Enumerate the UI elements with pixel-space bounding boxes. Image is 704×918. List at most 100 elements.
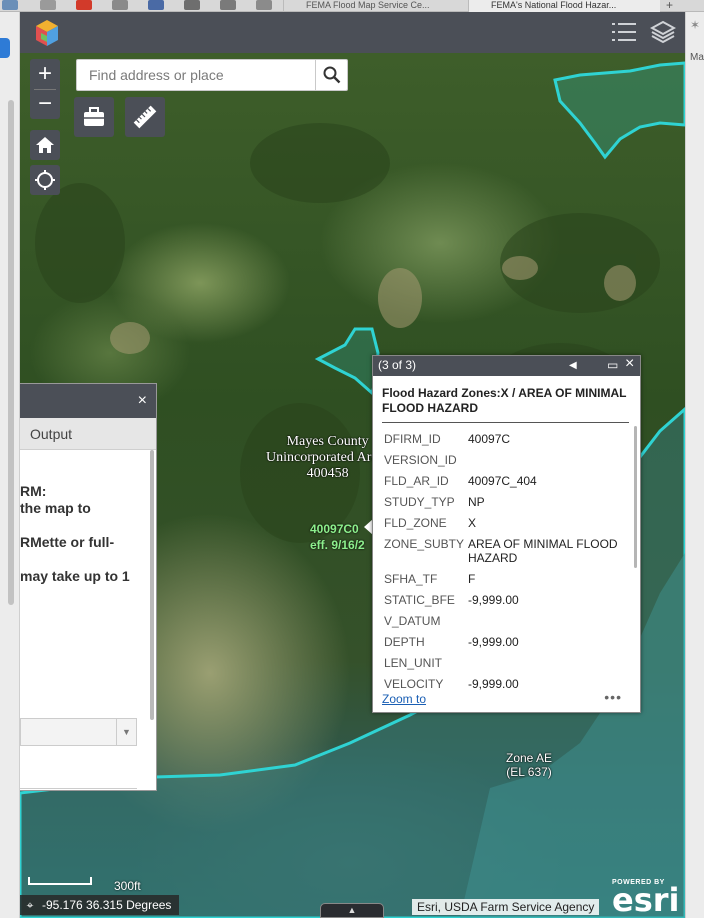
layers-icon [650, 20, 676, 44]
attribute-value: 40097C [468, 432, 511, 446]
browser-tab-strip: FEMA Flood Map Service Ce... FEMA's Nati… [0, 0, 704, 12]
firm-panel-number: 40097C0 [310, 522, 359, 536]
browser-left-gutter [0, 12, 20, 918]
attribute-list: DFIRM_ID 40097C VERSION_ID FLD_AR_ID 40097… [384, 432, 634, 698]
browser-right-sidebar: ✶ Ma [685, 12, 704, 918]
attribute-value: NP [468, 495, 485, 509]
attribute-key: FLD_AR_ID [384, 474, 449, 488]
browser-window: FEMA Flood Map Service Ce... FEMA's Nati… [0, 0, 704, 918]
panel-header: × [20, 384, 156, 418]
attribute-value: F [468, 572, 476, 586]
print-button[interactable] [74, 97, 114, 137]
attribute-value: AREA OF MINIMAL FLOOD HAZARD [468, 537, 618, 565]
bookmark-icon[interactable] [220, 0, 236, 10]
attribute-row: STUDY_TYP NP [384, 495, 634, 516]
popup-title-rule [382, 422, 629, 423]
zone-ae-label: Zone AE (EL 637) [506, 751, 552, 779]
attribute-row: ZONE_SUBTY AREA OF MINIMAL FLOOD HAZARD [384, 537, 634, 572]
zoom-out-button[interactable]: − [30, 89, 60, 119]
chevron-down-icon: ▼ [116, 719, 136, 745]
panel-tabs: Output [20, 418, 156, 450]
search-input[interactable] [77, 60, 317, 90]
zoom-in-button[interactable]: + [30, 59, 60, 89]
panel-scrollbar[interactable] [150, 450, 154, 720]
more-actions-icon[interactable]: ••• [604, 689, 622, 705]
refresh-icon[interactable] [184, 0, 200, 10]
scale-bar [28, 877, 92, 885]
app-logo-icon [36, 20, 58, 46]
map-view[interactable]: + − Find address or place Mayes County U… [20, 53, 685, 918]
attribute-key: VERSION_ID [384, 453, 457, 467]
page-scrollbar[interactable] [8, 100, 14, 605]
attribute-row: FLD_AR_ID 40097C_404 [384, 474, 634, 495]
panel-text-line: may take up to 1 [20, 568, 130, 584]
county-id: 400458 [306, 466, 349, 481]
county-area: Unincorporated Areas [266, 450, 390, 465]
close-popup-icon[interactable]: × [625, 356, 634, 372]
popup-scrollbar[interactable] [634, 426, 637, 568]
legend-list-button[interactable] [610, 18, 638, 46]
zoom-control: + − [30, 59, 60, 119]
attribute-key: FLD_ZONE [384, 516, 447, 530]
attribute-key: VELOCITY [384, 677, 444, 691]
search-button[interactable] [315, 60, 347, 90]
firm-panel-label: 40097C0 eff. 9/16/2 [310, 521, 365, 553]
attribute-row: VERSION_ID [384, 453, 634, 474]
county-name: Mayes County [286, 434, 369, 449]
previous-feature-icon[interactable]: ◀ [569, 358, 577, 373]
bookmark-icon[interactable] [2, 0, 18, 10]
coordinate-text: -95.176 36.315 Degrees [42, 898, 172, 912]
bookmark-icon[interactable] [112, 0, 128, 10]
gmail-icon[interactable] [40, 0, 56, 10]
home-icon [36, 137, 54, 153]
attribute-row: DFIRM_ID 40097C [384, 432, 634, 453]
maximize-icon[interactable]: ▭ [607, 358, 618, 373]
briefcase-icon [84, 107, 104, 126]
attribute-value: 40097C_404 [468, 474, 537, 488]
attribute-value: -9,999.00 [468, 593, 519, 607]
popup-title: Flood Hazard Zones:X / AREA OF MINIMAL F… [382, 386, 627, 415]
panel-divider [20, 788, 137, 789]
app-header [20, 12, 685, 53]
panel-text-line: RM: [20, 483, 47, 499]
attribute-value: X [468, 516, 477, 530]
layers-button[interactable] [649, 18, 677, 46]
attribute-key: STATIC_BFE [384, 593, 455, 607]
locate-button[interactable] [30, 165, 60, 195]
search-icon [323, 66, 340, 84]
browser-tab[interactable]: FEMA Flood Map Service Ce... [283, 0, 467, 12]
measure-button[interactable] [125, 97, 165, 137]
new-tab-button[interactable]: + [666, 0, 673, 12]
attribute-row: LEN_UNIT [384, 656, 634, 677]
search-box [76, 59, 348, 91]
attribute-key: ZONE_SUBTY [384, 537, 465, 551]
coordinate-readout[interactable]: ⌖ -95.176 36.315 Degrees [20, 895, 180, 915]
esri-logo[interactable]: POWERED BY esri [612, 879, 680, 916]
scale-label: 300ft [114, 879, 141, 893]
format-select[interactable]: ▼ [20, 718, 137, 746]
crosshair-icon: ⌖ [26, 898, 34, 912]
panel-text-line: RMette or full- [20, 534, 115, 550]
zoom-to-link[interactable]: Zoom to [382, 692, 426, 706]
browser-tab-active[interactable]: FEMA's National Flood Hazar... [468, 0, 660, 12]
feature-popup: (3 of 3) ◀ ▭ × Flood Hazard Zones:X / AR… [372, 355, 641, 713]
home-button[interactable] [30, 130, 60, 160]
youtube-icon[interactable] [76, 0, 92, 10]
panel-text-line: the map to [20, 500, 91, 516]
popup-header: (3 of 3) ◀ ▭ × [373, 356, 640, 376]
attribution-toggle[interactable]: ▲ [320, 903, 384, 918]
close-panel-icon[interactable]: × [138, 392, 147, 410]
list-icon [612, 23, 636, 41]
bookmark-icon[interactable] [148, 0, 164, 10]
attribute-key: SFHA_TF [384, 572, 438, 586]
document-icon[interactable] [256, 0, 272, 10]
tab-output[interactable]: Output [30, 426, 72, 442]
attribute-row: STATIC_BFE -9,999.00 [384, 593, 634, 614]
attribute-key: V_DATUM [384, 614, 441, 628]
puzzle-icon[interactable]: ✶ [690, 18, 700, 32]
ruler-icon [133, 105, 157, 129]
attribute-value: -9,999.00 [468, 635, 519, 649]
side-tab-button[interactable] [0, 38, 10, 58]
attribute-key: STUDY_TYP [384, 495, 455, 509]
crosshair-icon [35, 170, 55, 190]
